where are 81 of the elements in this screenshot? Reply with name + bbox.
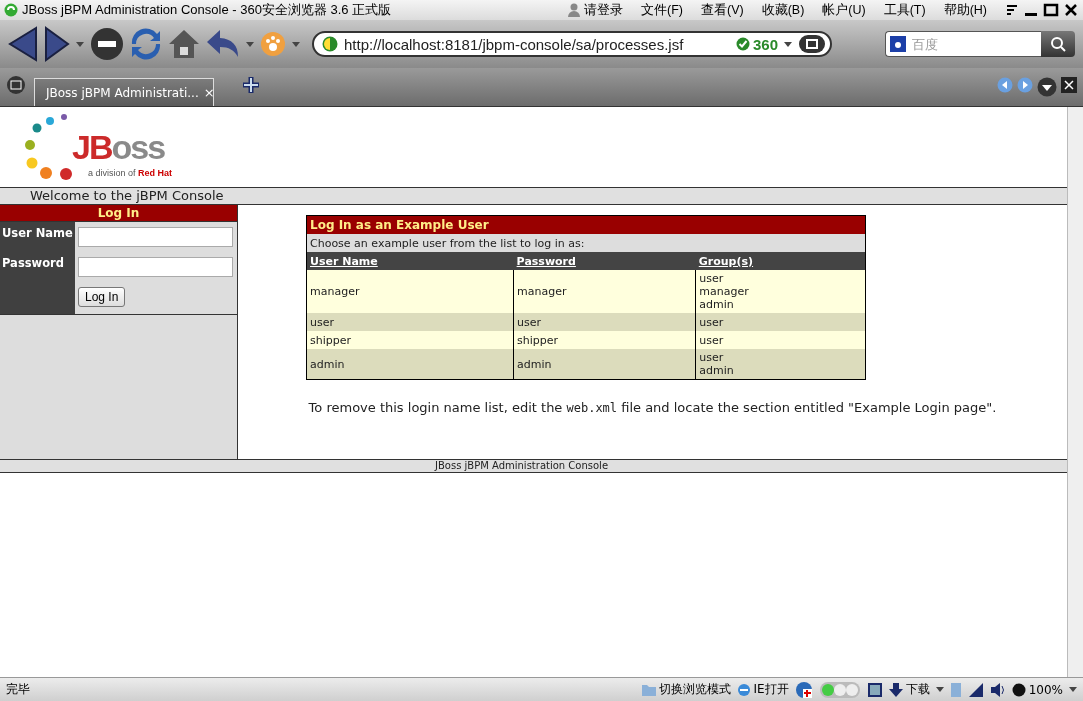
table-cell: manager	[306, 270, 514, 313]
logo-tagline: a division of Red Hat	[88, 168, 173, 178]
plus-icon[interactable]	[242, 76, 260, 94]
back-icon[interactable]	[8, 26, 38, 62]
caret-icon[interactable]	[1069, 687, 1077, 692]
zoom-level[interactable]: 100%	[1011, 682, 1063, 697]
menu-item[interactable]: 帮助(H)	[943, 1, 987, 19]
window-title: JBoss jBPM Administration Console - 360安全浏览器 3.6 正式版	[22, 1, 393, 19]
paw-icon[interactable]	[260, 31, 286, 57]
window-icon[interactable]	[798, 34, 826, 54]
caret-icon[interactable]	[246, 41, 254, 47]
caret-icon[interactable]	[784, 41, 792, 47]
tab-list-icon[interactable]	[1037, 77, 1057, 97]
download-button[interactable]: 下载	[888, 681, 930, 698]
input-field[interactable]	[78, 226, 233, 247]
table-cell: user admin	[695, 349, 866, 380]
login-title: Log In	[0, 205, 237, 222]
close-icon[interactable]	[1061, 77, 1077, 93]
folder-icon	[641, 683, 656, 696]
open-ie-button[interactable]: IE打开	[736, 681, 789, 698]
welcome-text: Welcome to the jBPM Console	[0, 187, 1067, 205]
browser-logo-icon	[4, 3, 18, 17]
table-cell: shipper	[513, 331, 696, 349]
search-icon[interactable]	[1050, 36, 1066, 52]
note-text: To remove this login name list, edit the web.xml file and locate the section entitled "Example Login page".	[308, 400, 997, 415]
address-field[interactable]: http://localhost:8181/jbpm-console/sa/processes.jsf	[344, 35, 730, 53]
menu-item[interactable]: 帐户(U)	[822, 1, 866, 19]
browser-icon	[736, 682, 751, 697]
table-cell: user manager admin	[695, 270, 866, 313]
search-field[interactable]: 百度	[885, 31, 1041, 57]
menu-icon[interactable]	[1005, 3, 1019, 17]
field-label: Password	[0, 252, 75, 282]
refresh-icon[interactable]	[130, 28, 162, 60]
table-hint: Choose an example user from the list to log in as:	[306, 234, 866, 252]
table-cell: user	[306, 313, 514, 331]
footer-text: JBoss jBPM Administration Console	[0, 459, 1067, 473]
search-engine-icon[interactable]	[890, 36, 906, 52]
user-icon	[568, 3, 580, 17]
table-cell: user	[513, 313, 696, 331]
close-tab-button[interactable]: ×	[203, 85, 215, 100]
forward-icon[interactable]	[44, 26, 70, 62]
screen-icon[interactable]	[866, 681, 883, 698]
table-cell: shipper	[306, 331, 514, 349]
input-field[interactable]	[78, 256, 233, 277]
browser-tab[interactable]: JBoss jBPM Administrati... ×	[34, 78, 214, 106]
volume-icon[interactable]	[989, 681, 1006, 698]
security-badge[interactable]: 360	[735, 35, 778, 53]
download-icon	[888, 682, 903, 697]
toggle-icon[interactable]	[818, 680, 861, 699]
caret-icon[interactable]	[292, 41, 300, 47]
status-text: 完毕	[6, 681, 31, 698]
table-cell: admin	[513, 349, 696, 380]
caret-icon[interactable]	[76, 41, 84, 47]
home-icon[interactable]	[168, 28, 200, 60]
field-label: User Name	[0, 222, 75, 252]
menu-item[interactable]: 工具(T)	[883, 1, 926, 19]
logo-wordmark: JBoss	[72, 130, 166, 164]
table-cell: user	[695, 331, 866, 349]
caret-icon[interactable]	[935, 687, 944, 692]
scroll-right-icon[interactable]	[1017, 77, 1033, 93]
login-button[interactable]: Log In	[78, 287, 126, 307]
globe-icon[interactable]	[794, 680, 813, 699]
table-cell: user	[695, 313, 866, 331]
dots-logo-icon	[22, 114, 72, 180]
network-icon[interactable]	[967, 681, 984, 698]
stop-icon[interactable]	[90, 27, 124, 61]
scroll-left-icon[interactable]	[997, 77, 1013, 93]
switch-mode-button[interactable]: 切换浏览模式	[641, 681, 731, 698]
sidebar-toggle-icon[interactable]	[6, 75, 26, 95]
scrollbar[interactable]	[1067, 107, 1083, 677]
table-cell: manager	[513, 270, 696, 313]
menu-item[interactable]: 请登录	[584, 1, 623, 19]
maximize-icon[interactable]	[1043, 3, 1059, 17]
menu-item[interactable]: 收藏(B)	[761, 1, 805, 19]
menu-item[interactable]: 查看(V)	[700, 1, 744, 19]
close-icon[interactable]	[1063, 3, 1079, 17]
menu-item[interactable]: 文件(F)	[641, 1, 683, 19]
table-cell: admin	[306, 349, 514, 380]
zoom-icon	[1011, 682, 1026, 697]
site-icon	[322, 36, 338, 52]
table-title: Log In as an Example User	[306, 215, 866, 234]
